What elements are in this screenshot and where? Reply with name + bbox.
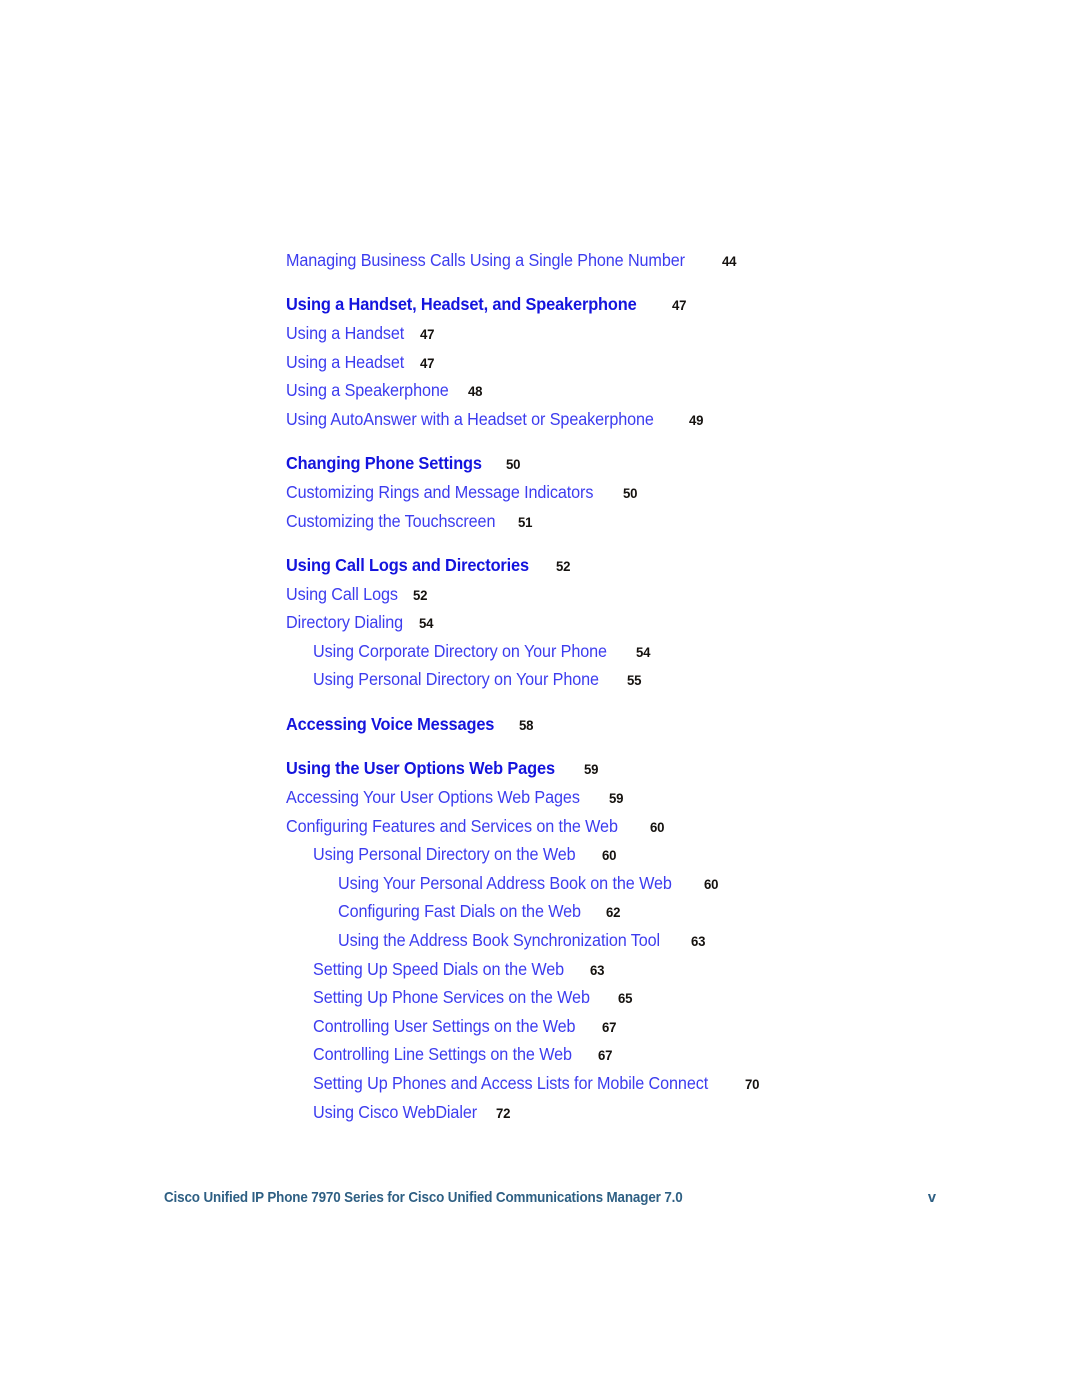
- toc-entry-page-number: 44: [721, 254, 737, 270]
- toc-entry-page-number: 60: [703, 876, 719, 893]
- toc-entry-label: Managing Business Calls Using a Single P…: [286, 250, 685, 270]
- toc-entry[interactable]: Using Call Logs 52: [286, 580, 986, 609]
- toc-entry-label: Using Call Logs: [286, 583, 398, 604]
- toc-entry[interactable]: Using Personal Directory on Your Phone 55: [286, 665, 986, 694]
- toc-entry[interactable]: Using a Headset 47: [286, 348, 986, 377]
- toc-section-heading[interactable]: Using the User Options Web Pages 59: [286, 753, 986, 783]
- toc-entry-page-number: 49: [688, 412, 704, 429]
- toc-entry-label: Accessing Voice Messages: [286, 713, 495, 734]
- toc-entry-label: Using Corporate Directory on Your Phone: [313, 640, 607, 661]
- toc-entry-page-number: 52: [413, 587, 428, 604]
- toc-entry-page-number: 60: [602, 848, 617, 865]
- toc-entry-label: Using a Handset: [286, 323, 405, 344]
- toc-entry[interactable]: Customizing Rings and Message Indicators…: [286, 478, 986, 507]
- toc-entry-label: Using the User Options Web Pages: [286, 758, 555, 779]
- toc-section-heading[interactable]: Changing Phone Settings 50: [286, 448, 986, 478]
- toc-entry-page-number: 55: [627, 673, 642, 690]
- toc-entry-label: Directory Dialing: [286, 612, 404, 633]
- toc-entry-page-number: 59: [608, 791, 624, 808]
- toc-entry[interactable]: Using Cisco WebDialer 72: [286, 1098, 986, 1127]
- toc-entry-label: Using Call Logs and Directories: [286, 554, 529, 575]
- toc-entry-page-number: 72: [496, 1105, 511, 1122]
- toc-entry-label: Changing Phone Settings: [286, 452, 482, 473]
- toc-entry-page-number: 47: [420, 327, 435, 344]
- toc-entry-label: Using the Address Book Synchronization T…: [338, 930, 661, 950]
- toc-entry-page-number: 52: [556, 558, 571, 575]
- toc-entry[interactable]: Managing Business Calls Using a Single P…: [286, 246, 986, 275]
- toc-entry[interactable]: Configuring Features and Services on the…: [286, 812, 986, 841]
- toc-entry[interactable]: Setting Up Speed Dials on the Web 63: [286, 955, 986, 984]
- toc-entry-page-number: 50: [623, 485, 638, 502]
- toc-entry-page-number: 63: [691, 934, 706, 950]
- toc-entry-label: Accessing Your User Options Web Pages: [286, 787, 580, 808]
- toc-entry[interactable]: Controlling User Settings on the Web 67: [286, 1012, 986, 1041]
- toc-entry-page-number: 67: [598, 1048, 613, 1065]
- toc-entry[interactable]: Accessing Your User Options Web Pages 59: [286, 783, 986, 812]
- toc-entry-page-number: 47: [671, 298, 687, 315]
- toc-entry-label: Setting Up Phones and Access Lists for M…: [313, 1072, 709, 1093]
- toc-entry-label: Configuring Fast Dials on the Web: [338, 901, 581, 922]
- toc-entry[interactable]: Using Personal Directory on the Web 60: [286, 840, 986, 869]
- toc-entry[interactable]: Configuring Fast Dials on the Web 62: [286, 897, 986, 926]
- toc-entry[interactable]: Using Your Personal Address Book on the …: [286, 869, 986, 898]
- toc-entry-page-number: 51: [518, 514, 533, 531]
- toc-entry-label: Controlling User Settings on the Web: [313, 1015, 576, 1036]
- toc-entry-page-number: 47: [420, 355, 435, 372]
- toc-entry-label: Using Personal Directory on the Web: [313, 844, 576, 865]
- toc-entry-page-number: 50: [505, 456, 521, 473]
- toc-entry[interactable]: Using AutoAnswer with a Headset or Speak…: [286, 405, 986, 434]
- toc-entry[interactable]: Using the Address Book Synchronization T…: [286, 926, 986, 955]
- toc-entry-page-number: 59: [584, 762, 599, 779]
- toc-entry-page-number: 65: [617, 991, 633, 1008]
- page-footer: Cisco Unified IP Phone 7970 Series for C…: [164, 1190, 936, 1206]
- toc-entry-label: Using a Speakerphone: [286, 380, 449, 401]
- footer-document-title: Cisco Unified IP Phone 7970 Series for C…: [164, 1190, 683, 1206]
- toc-entry-page-number: 48: [467, 384, 483, 401]
- toc-entry[interactable]: Directory Dialing 54: [286, 608, 986, 637]
- toc-entry-page-number: 62: [606, 905, 621, 922]
- toc-entry-label: Using Your Personal Address Book on the …: [338, 872, 672, 893]
- toc-entry-label: Controlling Line Settings on the Web: [313, 1044, 572, 1065]
- toc-entry-page-number: 58: [518, 717, 534, 734]
- toc-entry-label: Using Personal Directory on Your Phone: [313, 669, 599, 690]
- toc-entry-label: Setting Up Speed Dials on the Web: [313, 958, 565, 979]
- toc-entry-page-number: 70: [744, 1076, 760, 1093]
- toc-entry-label: Using AutoAnswer with a Headset or Speak…: [286, 408, 654, 429]
- footer-page-number: v: [927, 1190, 936, 1206]
- toc-entry-page-number: 54: [636, 644, 651, 661]
- toc-entry[interactable]: Using a Handset 47: [286, 319, 986, 348]
- toc-section-heading[interactable]: Using a Handset, Headset, and Speakerpho…: [286, 289, 986, 319]
- toc-entry[interactable]: Controlling Line Settings on the Web 67: [286, 1040, 986, 1069]
- table-of-contents: Managing Business Calls Using a Single P…: [286, 246, 986, 1126]
- toc-entry-label: Using a Handset, Headset, and Speakerpho…: [286, 294, 637, 315]
- toc-entry-page-number: 63: [589, 962, 605, 979]
- toc-entry[interactable]: Customizing the Touchscreen 51: [286, 507, 986, 536]
- toc-entry[interactable]: Using a Speakerphone 48: [286, 376, 986, 405]
- toc-entry-page-number: 54: [418, 616, 434, 633]
- document-page: Managing Business Calls Using a Single P…: [0, 0, 1080, 1397]
- toc-entry[interactable]: Setting Up Phone Services on the Web 65: [286, 983, 986, 1012]
- toc-entry-label: Using a Headset: [286, 351, 405, 372]
- toc-entry[interactable]: Setting Up Phones and Access Lists for M…: [286, 1069, 986, 1098]
- toc-entry-label: Using Cisco WebDialer: [313, 1101, 478, 1122]
- toc-entry-page-number: 67: [602, 1019, 617, 1036]
- toc-entry-page-number: 60: [649, 819, 665, 836]
- toc-entry-label: Customizing Rings and Message Indicators: [286, 481, 594, 502]
- toc-section-heading[interactable]: Using Call Logs and Directories 52: [286, 550, 986, 580]
- toc-entry-label: Customizing the Touchscreen: [286, 510, 496, 531]
- toc-entry-label: Setting Up Phone Services on the Web: [313, 987, 590, 1008]
- toc-section-heading[interactable]: Accessing Voice Messages 58: [286, 709, 986, 739]
- toc-entry[interactable]: Using Corporate Directory on Your Phone 5…: [286, 637, 986, 666]
- toc-entry-label: Configuring Features and Services on the…: [286, 815, 618, 836]
